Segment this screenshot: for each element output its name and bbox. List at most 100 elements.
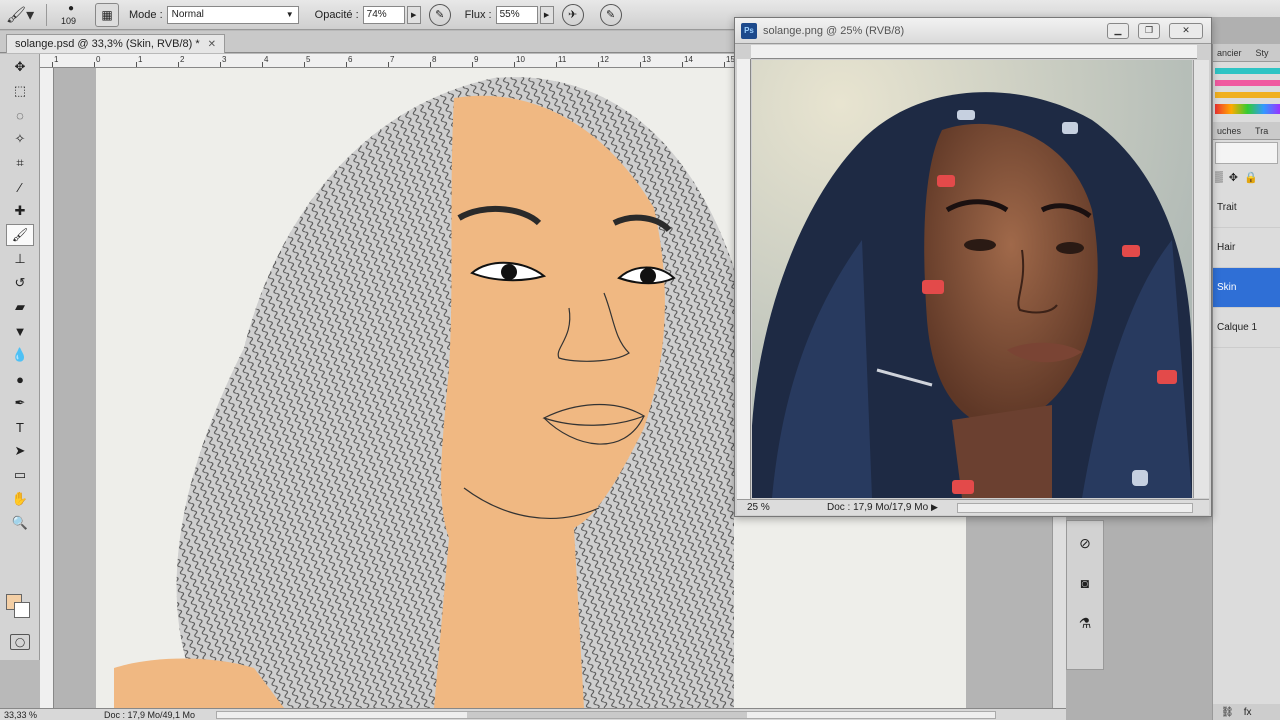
ruler-tick [52,62,53,67]
ruler-label: 9 [474,55,479,64]
brush-tip-icon: ● [68,2,75,14]
lock-position-icon[interactable]: ✥ [1229,171,1238,184]
eraser-tool-icon[interactable]: ▰ [6,296,34,318]
swatch-row-pink[interactable] [1215,80,1280,86]
lock-all-icon[interactable]: 🔒 [1244,171,1258,184]
tab-traces[interactable]: Tra [1255,126,1268,136]
floating-status-bar: 25 % Doc : 17,9 Mo/17,9 Mo ▶ [737,499,1209,515]
marquee-tool-icon[interactable]: ⬚ [6,80,34,102]
tab-nuancier[interactable]: ancier [1217,48,1242,58]
clone-stamp-tool-icon[interactable]: ⊥ [6,248,34,270]
swatch-row-spectrum[interactable] [1215,104,1280,114]
ruler-tick [430,62,431,67]
ruler-tick [346,62,347,67]
layer-lock-tools: ▒ ✥ 🔒 [1213,166,1280,188]
document-tab-title: solange.psd @ 33,3% (Skin, RVB/8) * [15,38,200,50]
crop-tool-icon[interactable]: ⌗ [6,152,34,174]
floating-vertical-scrollbar[interactable] [1193,60,1209,498]
floating-horizontal-scrollbar[interactable] [957,502,1193,513]
ruler-tick [94,62,95,67]
quick-selection-tool-icon[interactable]: ✧ [6,128,34,150]
swatch-row-yellow[interactable] [1215,92,1280,98]
photoshop-icon: Ps [741,22,757,39]
fx-button[interactable]: fx [1244,707,1252,718]
pen-tool-icon[interactable]: ✒ [6,392,34,414]
minimize-button[interactable]: ▁ [1107,22,1129,39]
type-tool-icon[interactable]: T [6,416,34,438]
maximize-button[interactable]: ❐ [1138,22,1160,39]
history-brush-tool-icon[interactable]: ↺ [6,272,34,294]
main-zoom-level[interactable]: 33,33 % [0,710,56,720]
main-horizontal-scrollbar[interactable] [216,710,996,719]
brush-size-picker[interactable]: ● 109 [53,1,91,29]
quick-mask-icon[interactable]: ◯ [10,634,30,650]
main-canvas[interactable] [54,68,734,708]
document-tab[interactable]: solange.psd @ 33,3% (Skin, RVB/8) * ✕ [6,34,226,53]
move-tool-icon[interactable]: ✥ [6,56,34,78]
ruler-label: 14 [684,55,693,64]
layer-item-trait[interactable]: Trait [1213,188,1280,228]
ruler-tick [262,62,263,67]
ruler-label: 8 [432,55,437,64]
layer-filter-field[interactable] [1215,142,1278,164]
swatch-row-cyan[interactable] [1215,68,1280,74]
layer-item-calque-1[interactable]: Calque 1 [1213,308,1280,348]
flow-field[interactable]: 55% [495,5,538,24]
dodge-tool-icon[interactable]: ● [6,368,34,390]
vertical-ruler [40,68,54,708]
hand-tool-icon[interactable]: ✋ [6,488,34,510]
tablet-pressure-size-icon[interactable]: ✎ [599,3,622,26]
collapsed-panel-dock: ⊘ ◙ ⚗ [1066,520,1104,670]
layer-item-skin[interactable]: Skin [1213,268,1280,308]
document-tab-bar: solange.psd @ 33,3% (Skin, RVB/8) * ✕ [0,31,735,53]
zoom-tool-icon[interactable]: 🔍 [6,512,34,534]
brush-tool-icon[interactable]: 🖌 [6,224,34,246]
scrollbar-thumb[interactable] [467,711,747,718]
floating-vertical-ruler [737,59,751,499]
brush-presets-icon[interactable]: ⊘ [1071,529,1099,557]
tool-presets-icon[interactable]: ⚗ [1071,609,1099,637]
options-divider [46,3,47,26]
ruler-tick [598,62,599,67]
close-icon[interactable]: ✕ [208,39,216,50]
ruler-tick [472,62,473,67]
shape-tool-icon[interactable]: ▭ [6,464,34,486]
mode-select[interactable]: Normal ▼ [166,5,299,24]
reference-photo[interactable] [752,60,1192,498]
path-selection-tool-icon[interactable]: ➤ [6,440,34,462]
status-menu-arrow-icon[interactable]: ▶ [931,502,945,513]
ruler-label: 11 [558,55,567,64]
main-vertical-scrollbar[interactable] [1052,516,1066,708]
blur-tool-icon[interactable]: 💧 [6,344,34,366]
background-color-swatch[interactable] [14,602,30,618]
lasso-tool-icon[interactable]: ◌ [6,104,34,126]
link-layers-icon[interactable]: ⛓ [1221,707,1234,718]
opacity-field[interactable]: 74% [362,5,405,24]
brush-tool-preset-icon[interactable]: 🖌▾ [0,1,40,29]
brush-size-value: 109 [61,15,77,26]
toolbox: ✥ ⬚ ◌ ✧ ⌗ ⁄ ✚ 🖌 ⊥ ↺ ▰ ▼ 💧 ● ✒ T ➤ ▭ ✋ 🔍 … [0,54,40,660]
layer-name: Hair [1217,242,1236,253]
opacity-slider-toggle-icon[interactable]: ▶ [406,5,421,24]
ruler-tick [514,62,515,67]
ruler-tick [136,62,137,67]
floating-window-titlebar[interactable]: Ps solange.png @ 25% (RVB/8) ▁ ❐ ✕ [735,18,1211,44]
opacity-label: Opacité : [314,8,359,21]
ruler-label: 2 [180,55,185,64]
layer-item-hair[interactable]: Hair [1213,228,1280,268]
tab-styles[interactable]: Sty [1256,48,1269,58]
eyedropper-tool-icon[interactable]: ⁄ [6,176,34,198]
clone-source-icon[interactable]: ◙ [1071,569,1099,597]
ruler-label: 3 [222,55,227,64]
brush-panel-toggle-icon[interactable]: ▦ [95,2,119,27]
floating-document-window: Ps solange.png @ 25% (RVB/8) ▁ ❐ ✕ 25 % … [734,17,1212,517]
floating-zoom-level[interactable]: 25 % [737,502,781,513]
healing-brush-tool-icon[interactable]: ✚ [6,200,34,222]
lock-pixels-icon[interactable]: ▒ [1215,171,1223,183]
close-button[interactable]: ✕ [1169,22,1203,39]
paint-bucket-tool-icon[interactable]: ▼ [6,320,34,342]
airbrush-icon[interactable]: ✈ [561,3,584,26]
flow-slider-toggle-icon[interactable]: ▶ [539,5,554,24]
tablet-pressure-opacity-icon[interactable]: ✎ [428,3,451,26]
tab-calques[interactable]: uches [1217,126,1241,136]
